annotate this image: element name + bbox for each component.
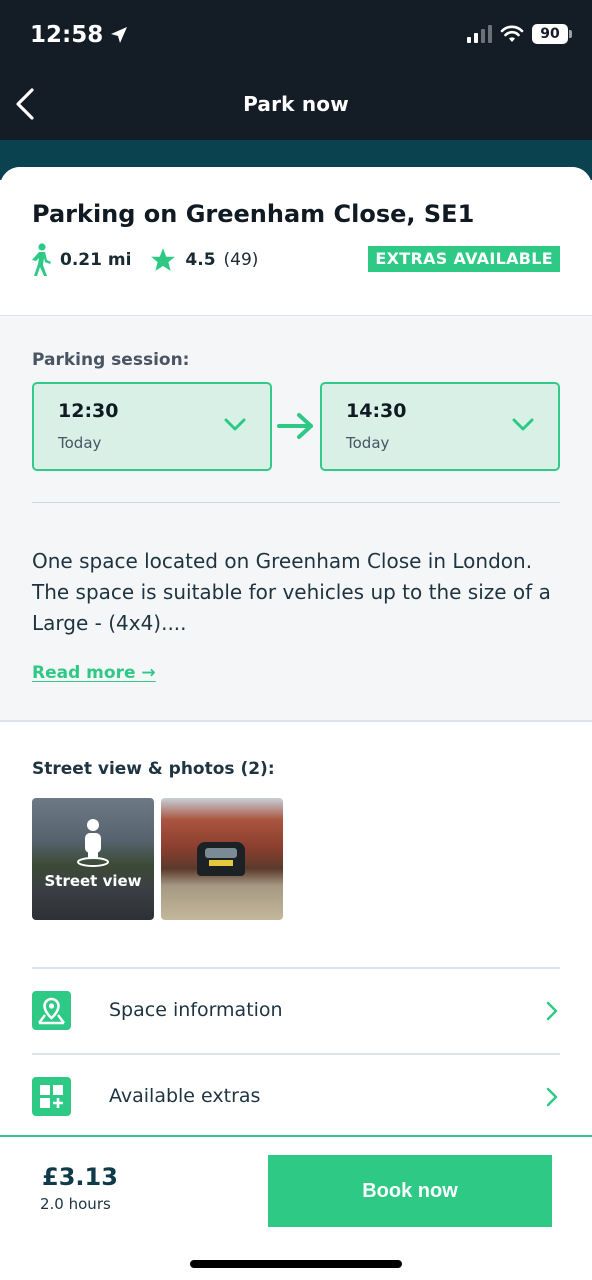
- street-view-label: Street view: [44, 872, 142, 890]
- location-arrow-icon: [111, 27, 128, 43]
- duration: 2.0 hours: [40, 1195, 111, 1213]
- chevron-down-icon: [512, 418, 534, 431]
- listing-header: Parking on Greenham Close, SE1 0.21 mi 4…: [0, 167, 592, 316]
- available-extras-row[interactable]: Available extras: [32, 1053, 560, 1139]
- space-information-label: Space information: [109, 999, 283, 1021]
- top-bar: 12:58 90 Park now: [0, 0, 592, 140]
- start-day: Today: [58, 434, 102, 452]
- chevron-right-icon: [546, 1001, 558, 1021]
- page-title: Park now: [243, 92, 349, 116]
- end-day: Today: [346, 434, 390, 452]
- read-more-link[interactable]: Read more →: [32, 663, 156, 683]
- arrow-right-icon: [277, 413, 313, 439]
- status-time: 12:58: [30, 22, 129, 48]
- wifi-icon: [500, 25, 524, 42]
- street-view-person-icon: [77, 819, 109, 867]
- walking-person-icon: [32, 243, 51, 276]
- car-image: [197, 842, 245, 876]
- battery-indicator: 90: [532, 24, 572, 44]
- end-time: 14:30: [346, 400, 407, 422]
- book-now-button[interactable]: Book now: [268, 1155, 552, 1227]
- status-time-text: 12:58: [30, 22, 104, 48]
- map-pin-icon: [32, 991, 71, 1030]
- start-time-selector[interactable]: 12:30 Today: [32, 382, 272, 471]
- extras-available-badge: EXTRAS AVAILABLE: [368, 246, 560, 272]
- cellular-signal-icon: [467, 25, 492, 43]
- distance-value: 0.21 mi: [60, 250, 132, 270]
- session-label: Parking session:: [32, 350, 190, 370]
- star-icon: [151, 248, 176, 271]
- session-section: Parking session: 12:30 Today 14:30 Today…: [0, 316, 592, 722]
- listing-meta: 0.21 mi 4.5 (49): [30, 243, 258, 277]
- available-extras-label: Available extras: [109, 1085, 261, 1107]
- price: £3.13: [42, 1163, 118, 1191]
- license-plate: [209, 860, 233, 866]
- grid-plus-icon: [32, 1077, 71, 1116]
- listing-description: One space located on Greenham Close in L…: [32, 549, 551, 635]
- chevron-down-icon: [224, 418, 246, 431]
- listing-title: Parking on Greenham Close, SE1: [32, 200, 475, 228]
- end-time-selector[interactable]: 14:30 Today: [320, 382, 560, 471]
- photos-label: Street view & photos (2):: [32, 759, 275, 779]
- status-icons: 90: [467, 24, 572, 44]
- home-indicator[interactable]: [190, 1260, 402, 1268]
- booking-footer: £3.13 2.0 hours Book now: [0, 1135, 592, 1280]
- listing-sheet: Parking on Greenham Close, SE1 0.21 mi 4…: [0, 167, 592, 1280]
- parking-photo-thumbnail[interactable]: [161, 798, 283, 920]
- space-information-row[interactable]: Space information: [32, 967, 560, 1053]
- start-time: 12:30: [58, 400, 119, 422]
- chevron-right-icon: [546, 1087, 558, 1107]
- rating-value: 4.5: [185, 250, 216, 270]
- street-view-thumbnail[interactable]: Street view: [32, 798, 154, 920]
- review-count: (49): [223, 250, 259, 270]
- divider: [32, 502, 560, 503]
